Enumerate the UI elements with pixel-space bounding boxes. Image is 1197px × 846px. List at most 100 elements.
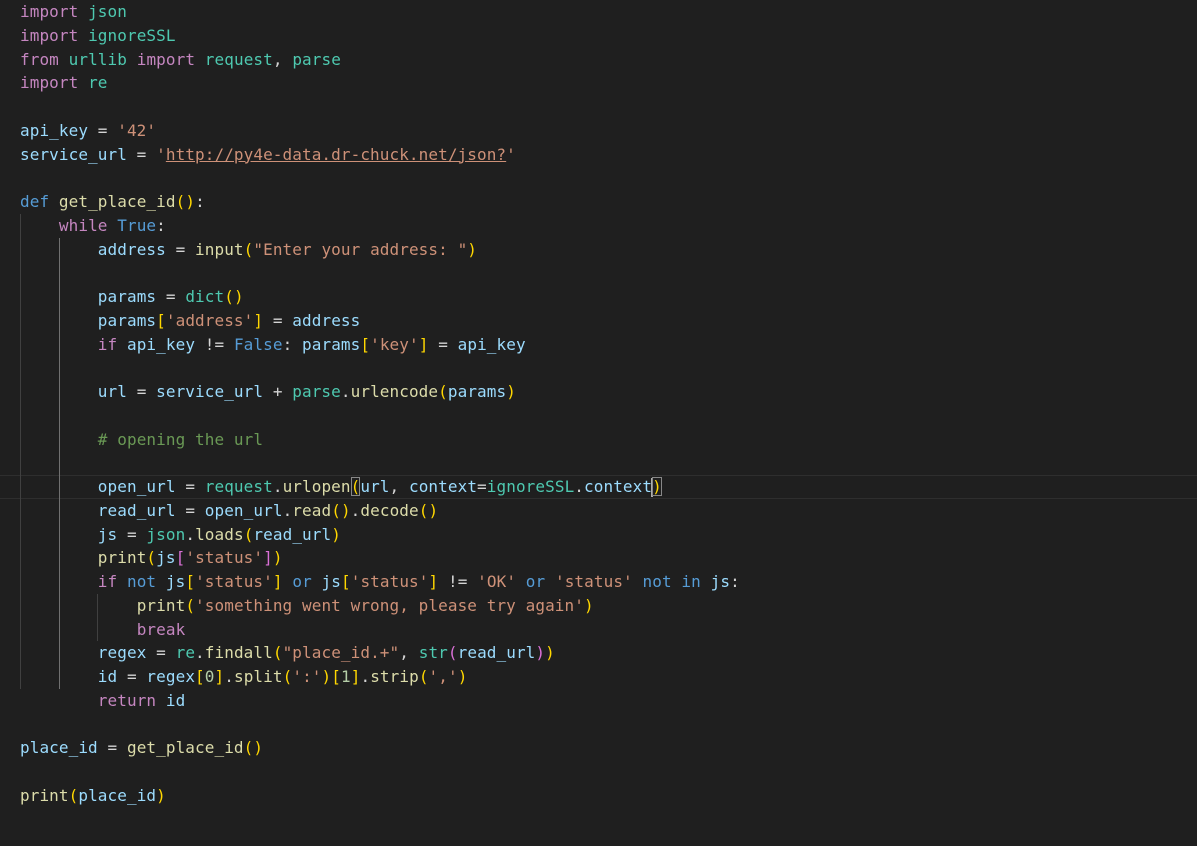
code-line[interactable]: if api_key != False: params['key'] = api… [20,332,1197,357]
code-token: params [97,287,157,306]
code-token: = [175,500,205,520]
code-line[interactable]: js = json.loads(read_url) [20,522,1197,547]
code-line[interactable] [20,166,1197,190]
code-line[interactable]: regex = re.findall("place_id.+", str(rea… [20,641,1197,665]
code-line[interactable] [20,356,1197,380]
code-token: : [195,192,205,211]
indent-guide [58,403,60,428]
code-line[interactable]: print(js['status']) [20,546,1197,570]
code-token: True [117,215,157,235]
code-line[interactable]: params['address'] = address [20,308,1197,333]
code-token: js [156,548,176,568]
code-line[interactable]: while True: [20,213,1197,238]
code-token: strip [370,667,419,686]
code-token: ' [506,144,516,164]
code-token: = [263,310,293,330]
code-line[interactable] [20,261,1197,285]
code-token: or [525,572,546,591]
code-token: [ [195,667,205,686]
code-token: json [88,2,127,21]
code-token: [ [175,548,186,568]
code-line[interactable]: params = dict() [20,285,1197,309]
code-token: js [710,572,731,591]
code-token: ] [418,334,429,354]
code-token: ( [282,667,293,686]
code-token: ) [428,500,439,520]
code-token: url [97,382,127,401]
code-line[interactable]: from urllib import request, parse [20,48,1197,72]
code-line[interactable]: import json [20,0,1197,24]
code-line[interactable]: address = input("Enter your address: ") [20,237,1197,262]
code-line[interactable]: service_url = 'http://py4e-data.dr-chuck… [20,143,1197,167]
code-editor[interactable]: import json import ignoreSSL from urllib i… [0,0,1197,846]
code-token: url [360,477,390,496]
code-token: dict [185,287,225,306]
code-token: context [584,477,653,496]
code-token: ( [185,595,196,615]
code-token: json [146,524,186,544]
code-token: parse [292,382,341,401]
code-line[interactable]: url = service_url + parse.urlencode(para… [20,380,1197,404]
code-line[interactable] [20,95,1197,119]
code-token: findall [204,643,273,663]
code-line[interactable]: return id [20,689,1197,713]
code-line[interactable]: import ignoreSSL [20,24,1197,48]
code-line[interactable]: print(place_id) [20,784,1197,808]
code-token: 'status' [195,572,273,591]
code-token: 'status' [554,572,633,591]
code-token: ( [175,192,186,211]
code-line[interactable]: id = regex[0].split(':')[1].strip(',') [20,665,1197,689]
code-token: import [136,49,196,69]
code-line[interactable]: def get_place_id(): [20,190,1197,214]
code-token: service_url [156,382,264,401]
indent-guide [20,403,21,428]
code-token: import [20,2,79,21]
code-area[interactable]: import json import ignoreSSL from urllib i… [0,0,1197,808]
code-token: ( [438,382,448,401]
code-token: place_id [20,738,98,758]
code-line[interactable]: # opening the url [20,427,1197,452]
code-token: re [175,643,196,663]
code-token: urlencode [350,382,439,401]
code-line[interactable] [20,403,1197,428]
code-token: ( [243,738,254,758]
code-token: ) [331,524,341,544]
code-line[interactable]: api_key = '42' [20,119,1197,143]
code-token: service_url [20,144,127,164]
code-token: print [20,785,69,805]
code-token: ] [253,310,264,330]
code-line[interactable]: import re [20,71,1197,95]
code-token: parse [292,49,341,69]
code-token: ] [214,667,225,686]
code-line[interactable]: read_url = open_url.read().decode() [20,498,1197,523]
code-token: ( [418,667,429,686]
code-token: [ [156,310,166,330]
code-line[interactable]: break [20,617,1197,642]
code-token: get_place_id [58,192,176,211]
code-line[interactable]: open_url = request.urlopen(url, context=… [0,475,1197,499]
code-token: = [175,477,205,496]
code-line[interactable]: print('something went wrong, please try … [20,593,1197,618]
code-line[interactable] [20,760,1197,784]
code-token: ( [350,477,361,496]
code-line[interactable]: if not js['status'] or js['status'] != '… [20,570,1197,594]
code-token: api_key [20,120,89,140]
code-line[interactable] [20,451,1197,475]
code-token: js [321,572,341,591]
code-line[interactable]: place_id = get_place_id() [20,736,1197,760]
code-token: regex [97,643,147,663]
code-line[interactable] [20,713,1197,737]
code-token: ) [652,477,662,496]
